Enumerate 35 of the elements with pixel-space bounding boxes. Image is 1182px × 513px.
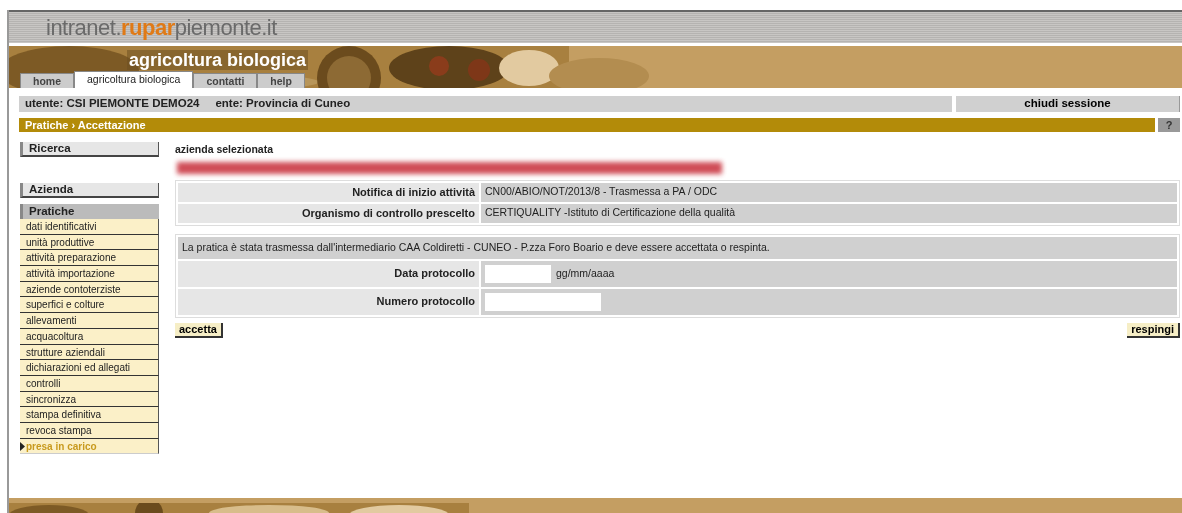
logout-button[interactable]: chiudi sessione: [956, 96, 1180, 112]
menu-item[interactable]: dichiarazioni ed allegati: [20, 360, 159, 376]
nav-tab[interactable]: contatti: [193, 73, 258, 88]
field-value: CN00/ABIO/NOT/2013/8 - Trasmessa a PA / ODC: [481, 182, 1177, 202]
menu-item[interactable]: attività importazione: [20, 266, 159, 282]
company-menu-header[interactable]: Azienda: [20, 183, 159, 198]
menu-item[interactable]: stampa definitiva: [20, 407, 159, 423]
breadcrumb: Pratiche › Accettazione: [19, 118, 1155, 132]
section-label: azienda selezionata: [175, 142, 275, 157]
field-label: Data protocollo: [178, 260, 479, 287]
section-header: Pratiche: [20, 204, 159, 219]
menu-item[interactable]: allevamenti: [20, 313, 159, 329]
menu-item[interactable]: superfici e colture: [20, 297, 159, 314]
field-label: Numero protocollo: [178, 288, 479, 315]
banner-title: agricoltura biologica: [127, 50, 309, 70]
accept-button[interactable]: accetta: [175, 322, 223, 338]
search-menu-header[interactable]: Ricerca: [20, 142, 159, 157]
menu-item[interactable]: dati identificativi: [20, 219, 159, 235]
nav-tab[interactable]: home: [20, 73, 74, 88]
field-label: Notifica di inizio attività: [178, 182, 479, 202]
info-message: La pratica è stata trasmessa dall'intermediario CAA Coldiretti - CUNEO - P.zza Foro Boario e deve essere accettata o respinta.: [178, 236, 1177, 259]
site-logo: intranet.ruparpiemonte.it: [9, 10, 1182, 45]
help-button[interactable]: ?: [1158, 118, 1180, 132]
field-value: CERTIQUALITY -Istituto di Certificazione della qualità: [481, 203, 1177, 223]
format-hint: gg/mm/aaaa: [556, 265, 615, 281]
field-label: Organismo di controllo prescelto: [178, 203, 479, 223]
nav-tab[interactable]: help: [257, 73, 305, 88]
reject-button[interactable]: respingi: [1127, 322, 1180, 338]
nav-tab[interactable]: agricoltura biologica: [74, 71, 194, 88]
menu-item[interactable]: attività preparazione: [20, 250, 159, 267]
organization-label: ente: Provincia di Cuneo: [215, 96, 351, 112]
input-field[interactable]: [485, 264, 551, 283]
arrow-icon: [20, 441, 25, 451]
user-label: utente: CSI PIEMONTE DEMO24: [25, 96, 200, 112]
input-field[interactable]: [485, 292, 601, 311]
